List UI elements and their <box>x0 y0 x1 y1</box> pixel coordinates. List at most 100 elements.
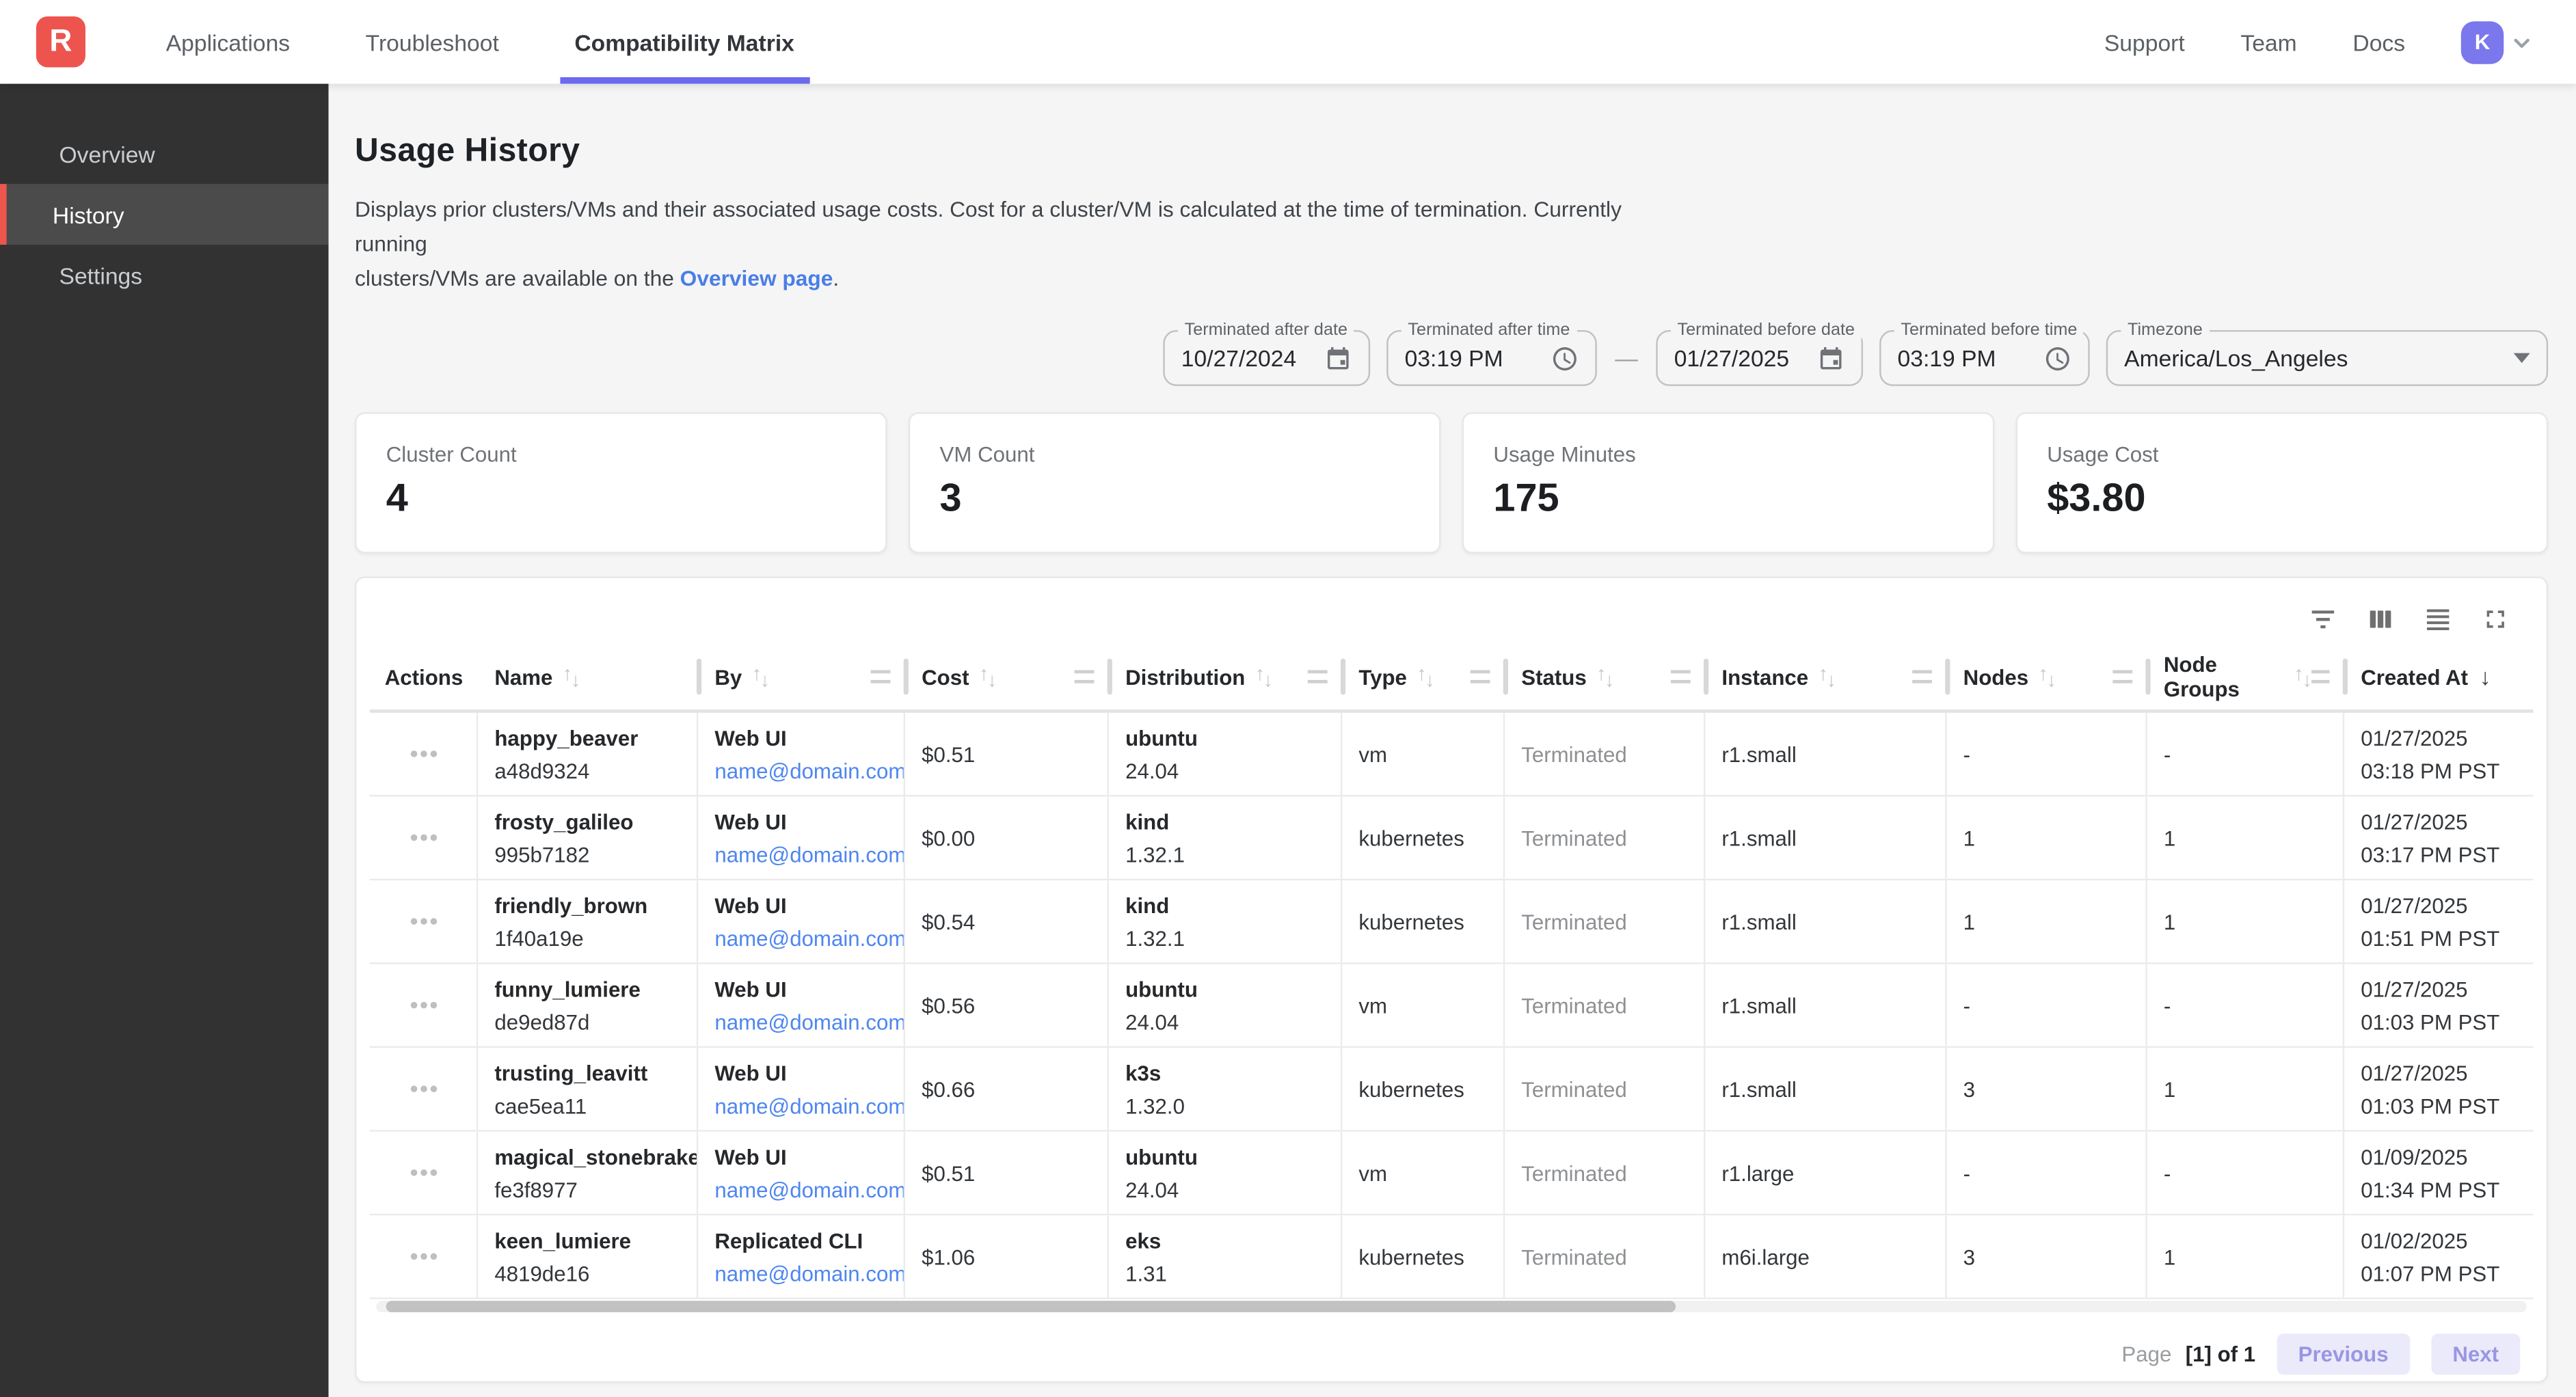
by-email-link[interactable]: name@domain.com <box>714 1261 903 1286</box>
stat-card-usage-minutes: Usage Minutes 175 <box>1462 413 1995 554</box>
clock-icon[interactable] <box>2043 344 2071 372</box>
column-header-cost[interactable]: Cost ↑↓ <box>905 645 1109 710</box>
terminated-after-time-value: 03:19 PM <box>1405 346 1503 372</box>
cell-by: Web UI name@domain.com <box>698 1132 905 1215</box>
terminated-before-time-input[interactable]: Terminated before time 03:19 PM <box>1879 331 2090 387</box>
table-row: frosty_galileo 995b7182 Web UI name@doma… <box>370 797 2534 881</box>
usage-history-table-card: Actions Name ↑↓ By ↑↓ Cost <box>355 577 2548 1383</box>
column-menu-icon[interactable] <box>871 670 891 683</box>
nav-item-compatibility-matrix[interactable]: Compatibility Matrix <box>560 0 809 84</box>
sort-desc-icon[interactable]: ↓ <box>2480 666 2491 689</box>
sort-arrows-icon[interactable]: ↑↓ <box>1819 668 1836 688</box>
column-header-distribution[interactable]: Distribution ↑↓ <box>1109 645 1342 710</box>
chevron-down-icon[interactable] <box>2507 27 2536 57</box>
scrollbar-thumb[interactable] <box>386 1301 1676 1313</box>
cell-name: happy_beaver a48d9324 <box>478 714 698 796</box>
by-email-link[interactable]: name@domain.com <box>714 1010 903 1035</box>
timezone-value: America/Los_Angeles <box>2124 346 2348 372</box>
timezone-select[interactable]: Timezone America/Los_Angeles <box>2106 331 2548 387</box>
columns-icon[interactable] <box>2365 605 2395 634</box>
sidebar-item-history[interactable]: History <box>0 184 329 245</box>
nav-link-team[interactable]: Team <box>2240 29 2296 55</box>
by-email-link[interactable]: name@domain.com <box>714 926 903 951</box>
density-icon[interactable] <box>2424 605 2453 634</box>
column-menu-icon[interactable] <box>2312 670 2330 683</box>
cell-distribution: kind 1.32.1 <box>1109 881 1342 963</box>
previous-page-button[interactable]: Previous <box>2277 1334 2409 1375</box>
terminated-before-date-value: 01/27/2025 <box>1674 346 1789 372</box>
nav-item-applications[interactable]: Applications <box>151 0 305 84</box>
row-actions-button[interactable] <box>410 919 436 925</box>
cell-created-at: 01/27/2025 03:17 PM PST <box>2344 797 2512 879</box>
row-actions-button[interactable] <box>410 1086 436 1093</box>
account-menu[interactable]: K <box>2461 21 2537 63</box>
column-menu-icon[interactable] <box>1471 670 1490 683</box>
cell-node-groups: - <box>2147 1132 2344 1215</box>
calendar-icon[interactable] <box>1324 344 1352 372</box>
terminated-after-date-input[interactable]: Terminated after date 10/27/2024 <box>1163 331 1370 387</box>
column-menu-icon[interactable] <box>1912 670 1932 683</box>
row-actions-button[interactable] <box>410 835 436 842</box>
sort-arrows-icon[interactable]: ↑↓ <box>1596 668 1614 688</box>
by-email-link[interactable]: name@domain.com <box>714 759 903 783</box>
column-header-status[interactable]: Status ↑↓ <box>1505 645 1705 710</box>
terminated-after-time-input[interactable]: Terminated after time 03:19 PM <box>1386 331 1597 387</box>
column-menu-icon[interactable] <box>2112 670 2132 683</box>
nav-link-support[interactable]: Support <box>2104 29 2185 55</box>
cell-created-at: 01/27/2025 03:18 PM PST <box>2344 714 2512 796</box>
replicated-logo[interactable]: R <box>36 16 85 67</box>
caret-down-icon[interactable] <box>2514 354 2530 364</box>
by-email-link[interactable]: name@domain.com <box>714 1178 903 1202</box>
column-header-instance[interactable]: Instance ↑↓ <box>1705 645 1946 710</box>
row-actions-button[interactable] <box>410 1253 436 1260</box>
clock-icon[interactable] <box>1551 344 1579 372</box>
cell-created-at: 01/09/2025 01:34 PM PST <box>2344 1132 2512 1215</box>
fullscreen-icon[interactable] <box>2481 605 2510 634</box>
timezone-label: Timezone <box>2121 321 2209 340</box>
terminated-before-date-label: Terminated before date <box>1671 321 1862 340</box>
page-title: Usage History <box>355 133 2548 171</box>
next-page-button[interactable]: Next <box>2431 1334 2520 1375</box>
row-actions-button[interactable] <box>410 1003 436 1009</box>
calendar-icon[interactable] <box>1817 344 1845 372</box>
sort-arrows-icon[interactable]: ↑↓ <box>752 668 770 688</box>
sort-arrows-icon[interactable]: ↑↓ <box>563 668 580 688</box>
terminated-before-date-input[interactable]: Terminated before date 01/27/2025 <box>1656 331 1863 387</box>
overview-page-link[interactable]: Overview page <box>680 267 833 291</box>
sidebar-item-overview[interactable]: Overview <box>0 123 329 184</box>
column-header-type[interactable]: Type ↑↓ <box>1342 645 1505 710</box>
column-header-node-groups[interactable]: Node Groups ↑↓ <box>2147 645 2344 710</box>
row-actions-button[interactable] <box>410 1170 436 1177</box>
terminated-before-time-label: Terminated before time <box>1894 321 2084 340</box>
terminated-after-date-label: Terminated after date <box>1178 321 1354 340</box>
column-header-by[interactable]: By ↑↓ <box>698 645 905 710</box>
column-menu-icon[interactable] <box>1075 670 1095 683</box>
cell-instance: r1.small <box>1705 881 1946 963</box>
sort-arrows-icon[interactable]: ↑↓ <box>1417 668 1434 688</box>
column-menu-icon[interactable] <box>1308 670 1328 683</box>
cell-type: kubernetes <box>1342 797 1505 879</box>
by-email-link[interactable]: name@domain.com <box>714 842 903 867</box>
nav-link-docs[interactable]: Docs <box>2352 29 2405 55</box>
sort-arrows-icon[interactable]: ↑↓ <box>1255 668 1273 688</box>
column-header-created-at[interactable]: Created At ↓ <box>2344 645 2512 710</box>
sort-arrows-icon[interactable]: ↑↓ <box>2294 668 2311 688</box>
sidebar-item-settings[interactable]: Settings <box>0 245 329 306</box>
filter-icon[interactable] <box>2308 605 2337 634</box>
horizontal-scrollbar[interactable] <box>376 1301 2527 1313</box>
sort-arrows-icon[interactable]: ↑↓ <box>2039 668 2056 688</box>
column-header-nodes[interactable]: Nodes ↑↓ <box>1947 645 2147 710</box>
column-menu-icon[interactable] <box>1671 670 1691 683</box>
cell-status: Terminated <box>1505 797 1705 879</box>
avatar[interactable]: K <box>2461 21 2504 63</box>
terminated-after-time-label: Terminated after time <box>1401 321 1577 340</box>
column-header-name[interactable]: Name ↑↓ <box>478 645 698 710</box>
row-actions-button[interactable] <box>410 751 436 758</box>
cell-distribution: kind 1.32.1 <box>1109 797 1342 879</box>
cell-by: Web UI name@domain.com <box>698 1048 905 1130</box>
description-suffix: . <box>833 267 839 291</box>
nav-item-troubleshoot[interactable]: Troubleshoot <box>351 0 513 84</box>
sort-arrows-icon[interactable]: ↑↓ <box>979 668 997 688</box>
by-email-link[interactable]: name@domain.com <box>714 1094 903 1118</box>
cell-instance: r1.small <box>1705 714 1946 796</box>
